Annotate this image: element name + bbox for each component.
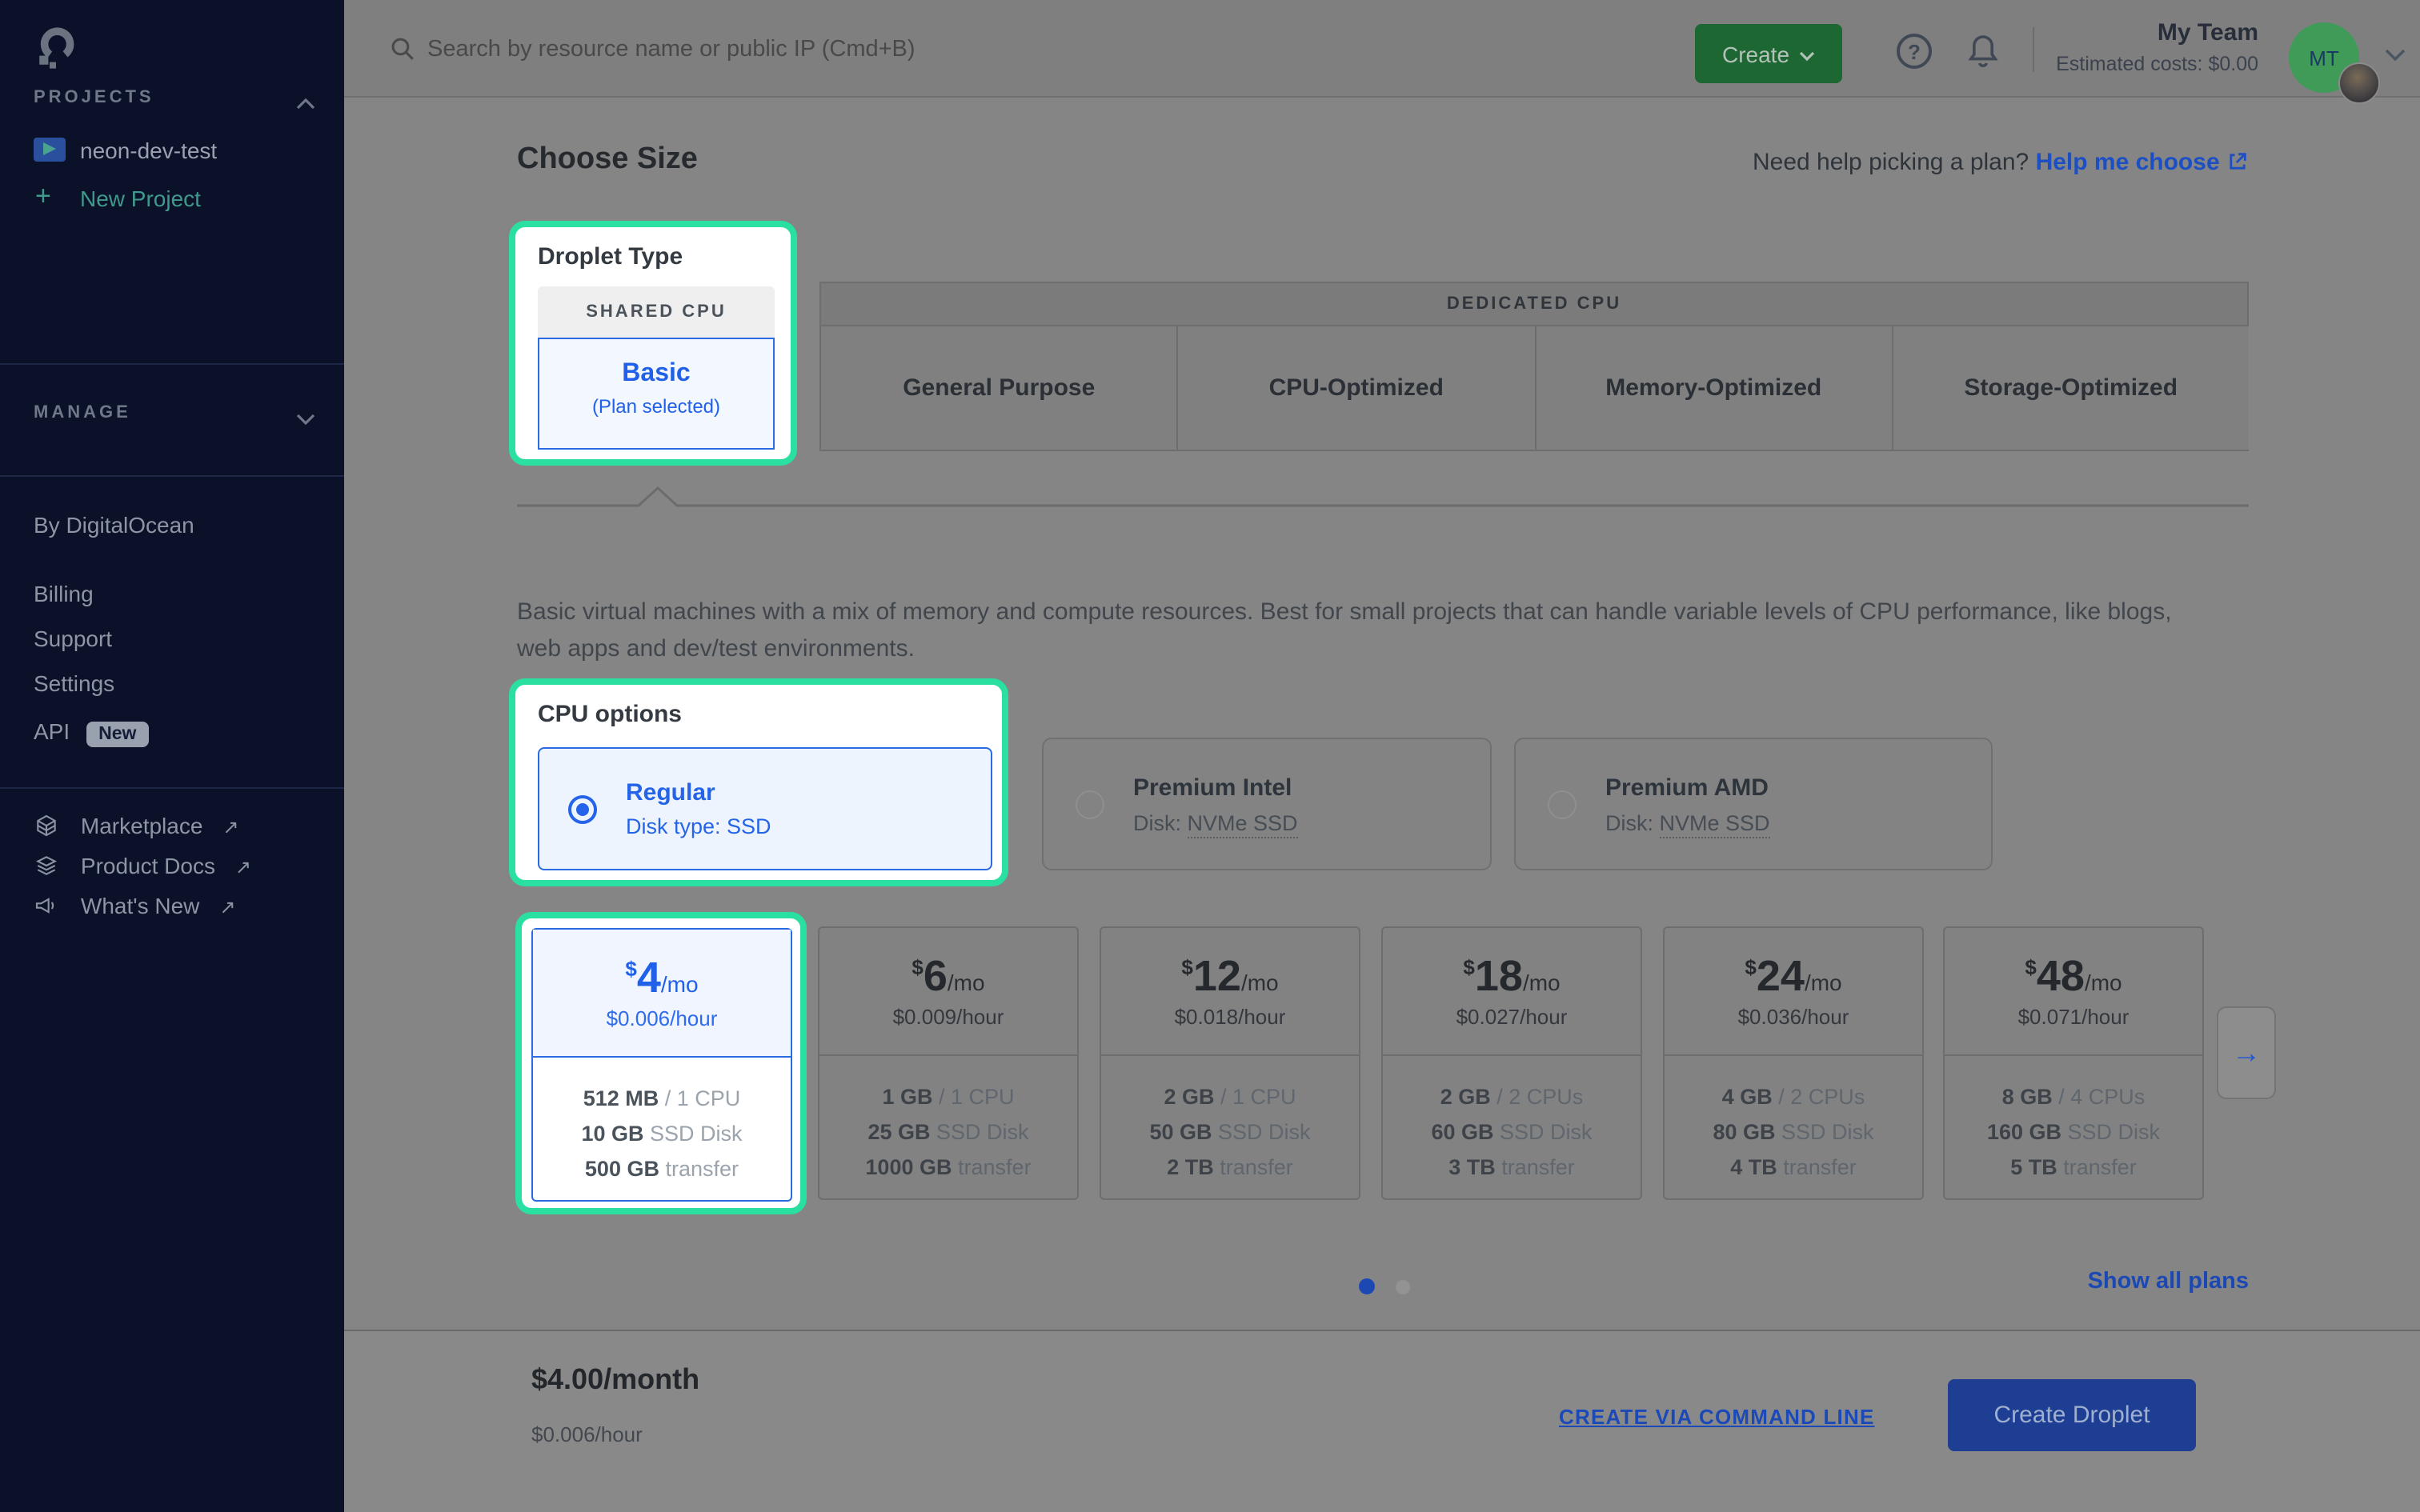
external-arrow-icon: ↗ xyxy=(219,896,235,918)
plan-description: Basic virtual machines with a mix of mem… xyxy=(517,594,2194,667)
plan-card-48mo[interactable]: $48/mo $0.071/hour 8 GB / 4 CPUs 160 GB … xyxy=(1943,926,2204,1200)
tab-memory-optimized[interactable]: Memory-Optimized xyxy=(1536,326,1893,450)
tab-storage-optimized[interactable]: Storage-Optimized xyxy=(1893,326,2250,450)
cpu-option-premium-amd[interactable]: Premium AMD Disk: NVMe SSD xyxy=(1514,738,1993,870)
radio-unselected-icon[interactable] xyxy=(1076,790,1104,818)
api-label: API xyxy=(34,718,70,744)
sidebar-item-product-docs[interactable]: Product Docs ↗ xyxy=(34,853,251,886)
plan-card-6mo[interactable]: $6/mo $0.009/hour 1 GB / 1 CPU 25 GB SSD… xyxy=(818,926,1079,1200)
project-icon xyxy=(34,138,66,162)
tab-shared-cpu[interactable]: SHARED CPU xyxy=(538,286,775,338)
cpu-option-regular[interactable]: Regular Disk type: SSD xyxy=(538,747,992,870)
sidebar-item-settings[interactable]: Settings xyxy=(34,670,114,696)
plan-card-selected-highlight: $4/mo $0.006/hour 512 MB / 1 CPU 10 GB S… xyxy=(515,912,807,1214)
search-icon xyxy=(389,35,416,70)
sidebar-item-billing[interactable]: Billing xyxy=(34,581,94,606)
help-prefix: Need help picking a plan? xyxy=(1753,149,2029,176)
photo-avatar[interactable] xyxy=(2338,62,2380,104)
chevron-down-icon xyxy=(1799,41,1815,66)
arrow-right-icon: → xyxy=(2232,1036,2261,1070)
notifications-bell-icon[interactable] xyxy=(1964,30,2002,80)
external-arrow-icon: ↗ xyxy=(235,856,251,878)
external-arrow-icon: ↗ xyxy=(222,816,238,838)
megaphone-icon xyxy=(34,898,59,925)
sidebar-divider xyxy=(0,363,344,365)
pagination-dot[interactable] xyxy=(1396,1280,1410,1294)
chevron-down-icon[interactable] xyxy=(296,405,315,434)
search-input[interactable] xyxy=(424,24,1263,75)
tab-caret-divider xyxy=(517,485,2249,517)
layers-icon xyxy=(34,858,59,885)
team-name: My Team xyxy=(2049,19,2258,46)
sidebar-divider xyxy=(0,475,344,477)
plus-icon: + xyxy=(35,181,51,213)
droplet-type-box: Droplet Type SHARED CPU Basic (Plan sele… xyxy=(509,221,797,466)
new-project-label: New Project xyxy=(80,186,201,211)
total-hourly-cost: $0.006/hour xyxy=(531,1422,643,1446)
droplet-type-title: Droplet Type xyxy=(538,243,683,270)
dedicated-cpu-header: DEDICATED CPU xyxy=(819,282,2249,326)
droplet-create-page: PROJECTS neon-dev-test + New Project MAN… xyxy=(0,0,2420,1512)
footer-bar: $4.00/month $0.006/hour CREATE VIA COMMA… xyxy=(344,1330,2420,1512)
cpu-options-box: CPU options Regular Disk type: SSD xyxy=(509,678,1008,886)
tab-general-purpose[interactable]: General Purpose xyxy=(821,326,1179,450)
tab-basic-plan[interactable]: Basic (Plan selected) xyxy=(538,338,775,450)
sidebar-item-whats-new[interactable]: What's New ↗ xyxy=(34,893,235,926)
regular-label: Regular xyxy=(626,779,771,806)
radio-unselected-icon[interactable] xyxy=(1548,790,1577,818)
cpu-options-title: CPU options xyxy=(538,701,682,728)
create-via-command-line-link[interactable]: CREATE VIA COMMAND LINE xyxy=(1559,1405,1875,1429)
regular-disk-type: Disk type: SSD xyxy=(626,814,771,838)
topbar: Create ? My Team Estimated costs: $0.00 … xyxy=(344,0,2420,98)
account-chevron-icon[interactable] xyxy=(2385,42,2406,70)
tab-cpu-optimized[interactable]: CPU-Optimized xyxy=(1179,326,1537,450)
plan-card-4mo[interactable]: $4/mo $0.006/hour 512 MB / 1 CPU 10 GB S… xyxy=(531,928,792,1202)
radio-selected-icon[interactable] xyxy=(568,794,597,823)
dedicated-cpu-group: DEDICATED CPU General Purpose CPU-Optimi… xyxy=(819,282,2249,451)
dedicated-cpu-tabs: General Purpose CPU-Optimized Memory-Opt… xyxy=(819,326,2249,451)
create-droplet-button[interactable]: Create Droplet xyxy=(1948,1379,2196,1451)
chevron-up-icon[interactable] xyxy=(296,90,315,118)
plan-card-12mo[interactable]: $12/mo $0.018/hour 2 GB / 1 CPU 50 GB SS… xyxy=(1100,926,1360,1200)
show-all-plans-link[interactable]: Show all plans xyxy=(2088,1269,2249,1294)
sidebar-item-by-digitalocean[interactable]: By DigitalOcean xyxy=(34,512,194,538)
sidebar: PROJECTS neon-dev-test + New Project MAN… xyxy=(0,0,344,1512)
total-monthly-cost: $4.00/month xyxy=(531,1363,699,1397)
external-link-icon xyxy=(2226,152,2249,179)
help-row: Need help picking a plan? Help me choose xyxy=(1753,149,2249,179)
sidebar-item-api[interactable]: API New xyxy=(34,718,149,747)
next-plans-button[interactable]: → xyxy=(2217,1006,2276,1099)
plan-selected-note: (Plan selected) xyxy=(539,395,773,418)
sidebar-item-support[interactable]: Support xyxy=(34,626,112,651)
help-me-choose-link[interactable]: Help me choose xyxy=(2036,149,2220,176)
sidebar-section-projects[interactable]: PROJECTS xyxy=(34,88,154,107)
sidebar-section-manage[interactable]: MANAGE xyxy=(34,403,131,422)
help-icon[interactable]: ? xyxy=(1897,34,1932,69)
sidebar-divider xyxy=(0,787,344,789)
basic-label: Basic xyxy=(539,360,773,389)
cube-icon xyxy=(34,818,59,845)
pagination-dot-active[interactable] xyxy=(1359,1278,1375,1294)
new-badge: New xyxy=(86,722,149,747)
estimated-costs: Estimated costs: $0.00 xyxy=(2001,53,2258,75)
create-button[interactable]: Create xyxy=(1695,24,1842,83)
cpu-option-premium-intel[interactable]: Premium Intel Disk: NVMe SSD xyxy=(1042,738,1492,870)
page-title: Choose Size xyxy=(517,142,698,178)
plan-card-24mo[interactable]: $24/mo $0.036/hour 4 GB / 2 CPUs 80 GB S… xyxy=(1663,926,1924,1200)
project-name: neon-dev-test xyxy=(80,138,217,163)
sidebar-item-marketplace[interactable]: Marketplace ↗ xyxy=(34,813,238,846)
plan-card-18mo[interactable]: $18/mo $0.027/hour 2 GB / 2 CPUs 60 GB S… xyxy=(1381,926,1642,1200)
digitalocean-logo-icon[interactable] xyxy=(30,22,82,82)
